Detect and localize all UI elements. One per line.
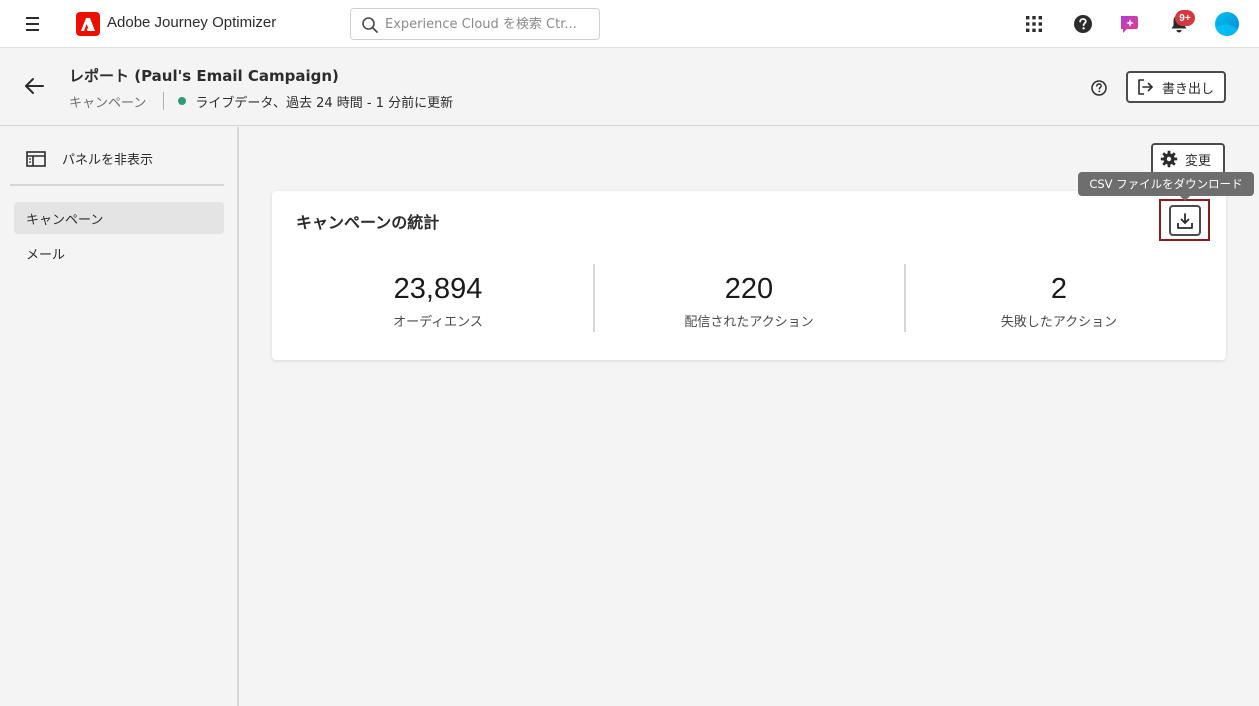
left-sidebar: パネルを非表示 キャンペーン メール bbox=[0, 127, 239, 706]
export-icon bbox=[1138, 79, 1153, 95]
modify-button[interactable]: 変更 bbox=[1151, 143, 1225, 175]
search-input[interactable] bbox=[385, 14, 595, 34]
sidebar-item-email[interactable]: メール bbox=[14, 237, 224, 269]
panel-layout-icon bbox=[26, 150, 46, 167]
download-csv-button[interactable] bbox=[1169, 205, 1201, 236]
card-title: キャンペーンの統計 bbox=[296, 213, 440, 232]
report-help-icon[interactable] bbox=[1090, 79, 1108, 97]
metric-delivered-actions: 220 配信されたアクション bbox=[649, 271, 849, 330]
app-name[interactable]: Adobe Journey Optimizer bbox=[107, 14, 276, 31]
top-bar: Adobe Journey Optimizer Experience Cloud… bbox=[0, 0, 1259, 48]
campaign-stats-card: キャンペーンの統計 23,894 オーディエンス 220 配信されたアクション … bbox=[272, 191, 1226, 360]
download-highlight-frame bbox=[1159, 199, 1210, 241]
download-csv-tooltip: CSV ファイルをダウンロード bbox=[1078, 172, 1254, 201]
app-window: Adobe Journey Optimizer Experience Cloud… bbox=[0, 0, 1259, 706]
metric-value: 2 bbox=[1050, 273, 1068, 305]
metric-audience: 23,894 オーディエンス bbox=[348, 271, 528, 330]
adobe-logo-icon[interactable] bbox=[76, 12, 100, 36]
export-button[interactable]: 書き出し bbox=[1126, 71, 1226, 103]
sidebar-divider bbox=[10, 184, 224, 186]
feedback-sparkle-icon[interactable] bbox=[1118, 12, 1142, 36]
apps-grid-icon[interactable] bbox=[1022, 12, 1046, 36]
header-subline: キャンペーン ライブデータ、過去 24 時間 - 1 分前に更新 bbox=[69, 92, 454, 111]
notification-badge: 9+ bbox=[1175, 10, 1195, 26]
help-icon[interactable] bbox=[1071, 12, 1095, 36]
hamburger-menu-icon[interactable] bbox=[20, 14, 44, 34]
metric-label: オーディエンス bbox=[393, 315, 483, 330]
live-status-dot bbox=[178, 97, 187, 105]
hide-panel-toggle[interactable]: パネルを非表示 bbox=[26, 149, 153, 168]
download-icon bbox=[1177, 212, 1193, 229]
page-title: レポート (Paul's Email Campaign) bbox=[69, 67, 339, 85]
metric-value: 23,894 bbox=[393, 273, 483, 305]
hide-panel-label: パネルを非表示 bbox=[62, 153, 154, 168]
back-arrow-icon[interactable] bbox=[22, 74, 46, 98]
live-status-text: ライブデータ、過去 24 時間 - 1 分前に更新 bbox=[195, 95, 454, 111]
sidebar-item-campaign[interactable]: キャンペーン bbox=[14, 202, 224, 234]
metric-label: 配信されたアクション bbox=[684, 315, 814, 330]
search-box[interactable] bbox=[350, 8, 600, 40]
gear-icon bbox=[1160, 150, 1178, 168]
search-icon bbox=[362, 17, 378, 33]
breadcrumb[interactable]: キャンペーン bbox=[69, 92, 146, 111]
export-button-label: 書き出し bbox=[1162, 81, 1215, 97]
modify-button-label: 変更 bbox=[1185, 153, 1212, 169]
page-header: レポート (Paul's Email Campaign) キャンペーン ライブデ… bbox=[0, 49, 1259, 126]
metric-divider bbox=[904, 264, 906, 332]
breadcrumb-separator bbox=[163, 92, 165, 110]
metric-value: 220 bbox=[724, 273, 774, 305]
metric-failed-actions: 2 失敗したアクション bbox=[959, 271, 1159, 330]
metric-divider bbox=[593, 264, 595, 332]
user-avatar[interactable] bbox=[1215, 12, 1239, 36]
metric-label: 失敗したアクション bbox=[1000, 315, 1118, 330]
